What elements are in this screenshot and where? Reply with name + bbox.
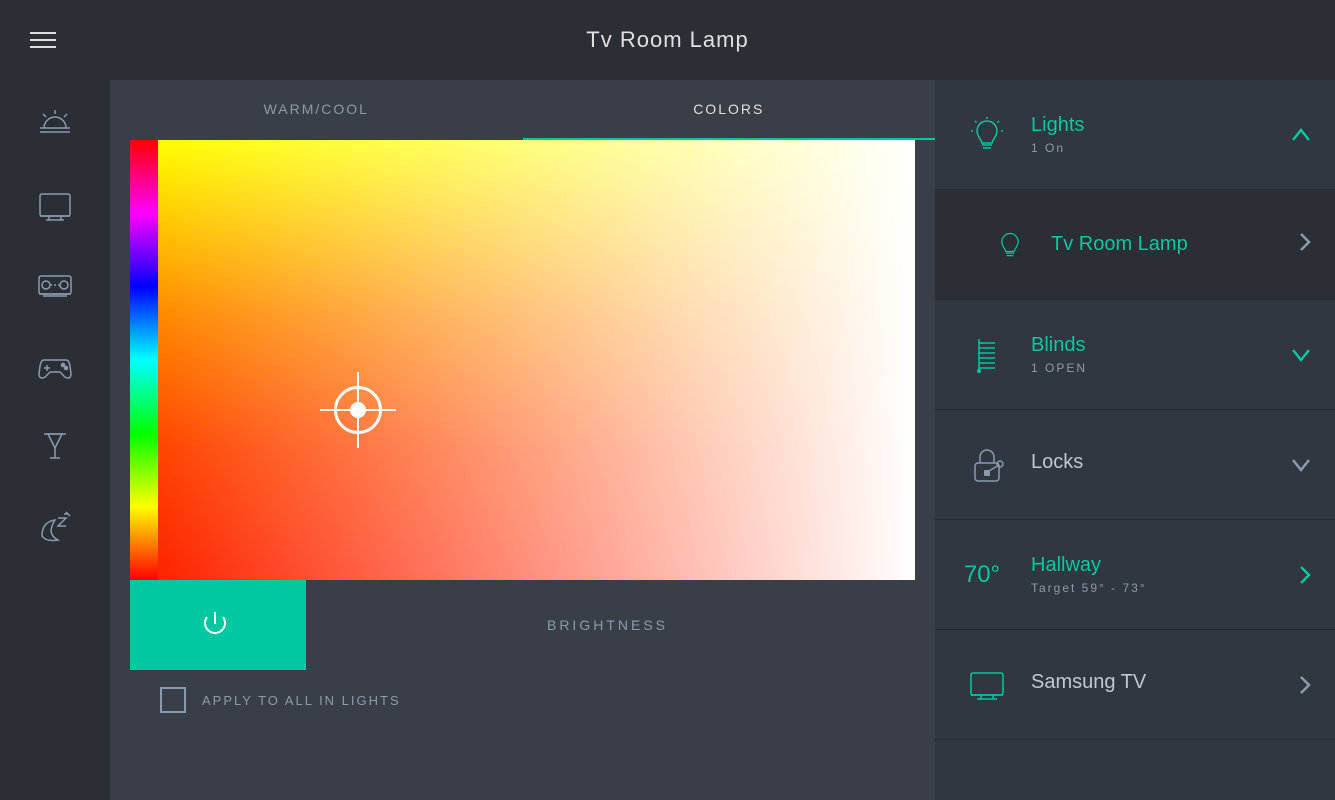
locks-content: Locks bbox=[1015, 451, 1291, 478]
locks-icon bbox=[959, 437, 1015, 493]
apply-row: APPLY TO ALL IN LIGHTS bbox=[130, 670, 915, 730]
brightness-container[interactable]: BRIGHTNESS bbox=[300, 580, 915, 670]
right-item-lights[interactable]: Lights 1 On bbox=[935, 80, 1335, 190]
sidebar-icon-sleep[interactable] bbox=[30, 500, 80, 550]
locks-action[interactable] bbox=[1291, 458, 1311, 472]
hallway-icon: 70° bbox=[959, 547, 1015, 603]
header-title: Tv Room Lamp bbox=[586, 27, 748, 53]
tab-bar: WARM/COOL COLORS bbox=[110, 80, 935, 140]
apply-label: APPLY TO ALL IN LIGHTS bbox=[202, 693, 401, 708]
blinds-content: Blinds 1 OPEN bbox=[1015, 334, 1291, 375]
tab-colors[interactable]: COLORS bbox=[523, 80, 936, 140]
right-item-hallway[interactable]: 70° Hallway Target 59° - 73° bbox=[935, 520, 1335, 630]
color-picker-container: BRIGHTNESS APPLY TO ALL IN LIGHTS bbox=[110, 140, 935, 800]
right-item-blinds[interactable]: Blinds 1 OPEN bbox=[935, 300, 1335, 410]
sidebar bbox=[0, 80, 110, 800]
right-subitem-tv-lamp[interactable]: Tv Room Lamp bbox=[935, 190, 1335, 300]
samsung-tv-icon bbox=[959, 657, 1015, 713]
color-main[interactable] bbox=[158, 140, 915, 580]
brightness-label: BRIGHTNESS bbox=[547, 617, 668, 633]
menu-button[interactable] bbox=[30, 32, 56, 48]
tv-lamp-icon bbox=[985, 220, 1035, 270]
center-panel: WARM/COOL COLORS bbox=[110, 80, 935, 800]
tab-warm-cool[interactable]: WARM/COOL bbox=[110, 80, 523, 140]
apply-checkbox[interactable] bbox=[160, 687, 186, 713]
samsung-tv-action[interactable] bbox=[1299, 675, 1311, 695]
crosshair-line-v bbox=[357, 372, 359, 448]
temp-badge: 70° bbox=[964, 561, 1000, 589]
blinds-subtitle: 1 OPEN bbox=[1031, 361, 1275, 375]
right-item-samsung-tv[interactable]: Samsung TV bbox=[935, 630, 1335, 740]
samsung-tv-content: Samsung TV bbox=[1015, 671, 1299, 698]
blinds-icon bbox=[959, 327, 1015, 383]
sidebar-icon-game[interactable] bbox=[30, 340, 80, 390]
color-crosshair[interactable] bbox=[334, 386, 382, 434]
samsung-tv-title: Samsung TV bbox=[1031, 671, 1283, 694]
sidebar-icon-tv[interactable] bbox=[30, 180, 80, 230]
blinds-action[interactable] bbox=[1291, 348, 1311, 362]
power-icon bbox=[196, 606, 234, 644]
sidebar-icon-sunrise[interactable] bbox=[30, 100, 80, 150]
tv-lamp-title: Tv Room Lamp bbox=[1035, 233, 1299, 256]
bottom-controls: BRIGHTNESS bbox=[130, 580, 915, 670]
right-panel: Lights 1 On Tv Room Lamp bbox=[935, 80, 1335, 800]
tv-lamp-action[interactable] bbox=[1299, 232, 1311, 257]
lights-subtitle: 1 On bbox=[1031, 141, 1275, 155]
lights-title: Lights bbox=[1031, 114, 1275, 137]
sidebar-icon-media[interactable] bbox=[30, 260, 80, 310]
blinds-title: Blinds bbox=[1031, 334, 1275, 357]
brightness-indicator bbox=[300, 580, 306, 670]
power-button[interactable] bbox=[130, 580, 300, 670]
header: Tv Room Lamp bbox=[0, 0, 1335, 80]
hallway-action[interactable] bbox=[1299, 565, 1311, 585]
hue-strip[interactable] bbox=[130, 140, 158, 580]
hallway-subtitle: Target 59° - 73° bbox=[1031, 581, 1283, 595]
hallway-title: Hallway bbox=[1031, 554, 1283, 577]
locks-title: Locks bbox=[1031, 451, 1275, 474]
right-item-locks[interactable]: Locks bbox=[935, 410, 1335, 520]
sidebar-icon-cocktail[interactable] bbox=[30, 420, 80, 470]
lights-icon bbox=[959, 107, 1015, 163]
lights-action[interactable] bbox=[1291, 128, 1311, 142]
lights-content: Lights 1 On bbox=[1015, 114, 1291, 155]
hallway-content: Hallway Target 59° - 73° bbox=[1015, 554, 1299, 595]
main-content: WARM/COOL COLORS bbox=[0, 80, 1335, 800]
color-grid[interactable] bbox=[130, 140, 915, 580]
